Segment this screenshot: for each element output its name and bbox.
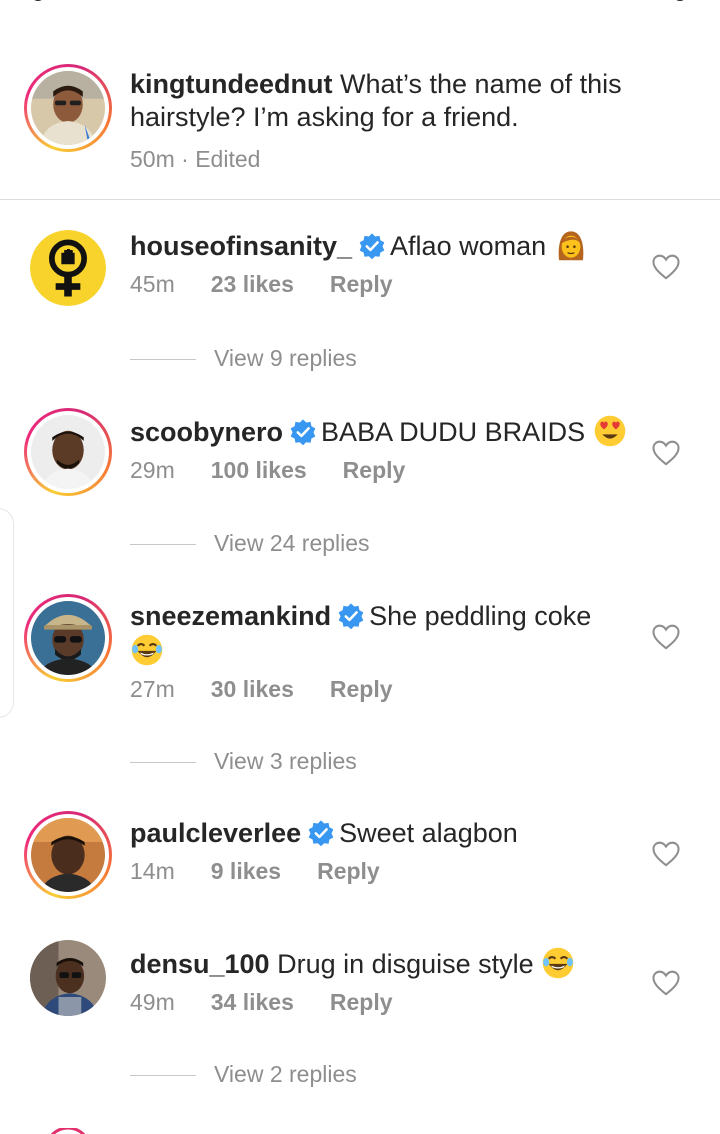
heart-icon[interactable] [652, 254, 680, 280]
avatar-kingtundeednut[interactable] [24, 64, 112, 152]
comment-text: densu_100 Drug in disguise style [130, 946, 630, 981]
comment-body: houseofinsanity_ Aflao woman 45m 23 likes R… [130, 228, 630, 298]
comment-body: scoobynero BABA DUDU BRAIDS 29m 100 likes R… [130, 414, 630, 484]
comment-body: densu_100 Drug in disguise style 49m 34 l… [130, 946, 630, 1016]
comment-time: 29m [130, 457, 175, 483]
avatar-houseofinsanity[interactable] [30, 230, 106, 306]
laughing-emoji [541, 946, 575, 980]
comment-meta: 49m 34 likes Reply [130, 989, 630, 1016]
comment-time: 49m [130, 989, 175, 1015]
comment-likes[interactable]: 9 likes [211, 858, 281, 884]
side-panel-handle[interactable] [0, 508, 14, 718]
comment-likes[interactable]: 34 likes [211, 989, 294, 1015]
reply-button[interactable]: Reply [343, 457, 406, 483]
view-replies-label: View 9 replies [214, 345, 357, 371]
caption-separator: · [174, 146, 196, 172]
post-caption: kingtundeednut What’s the name of this h… [0, 0, 720, 200]
reply-button[interactable]: Reply [317, 858, 380, 884]
view-replies-button[interactable]: View 2 replies [130, 1061, 357, 1088]
caption-meta: 50m · Edited [130, 146, 640, 173]
view-replies-button[interactable]: View 9 replies [130, 345, 357, 372]
comment-message: Aflao woman [390, 231, 547, 261]
comment-text: sneezemankind She peddling coke [130, 600, 630, 668]
comment-message: Sweet alagbon [339, 818, 518, 848]
comment-text: houseofinsanity_ Aflao woman [130, 228, 630, 263]
comment-time: 45m [130, 271, 175, 297]
avatar-image [31, 818, 105, 892]
caption-edited: Edited [195, 146, 261, 172]
reply-button[interactable]: Reply [330, 989, 393, 1015]
heart-icon[interactable] [652, 841, 680, 867]
avatar-image [30, 230, 106, 306]
view-replies-button[interactable]: View 24 replies [130, 530, 370, 557]
comment-text: scoobynero BABA DUDU BRAIDS [130, 414, 630, 449]
view-replies-label: View 2 replies [214, 1061, 357, 1087]
replies-divider [130, 544, 196, 546]
avatar-densu-100[interactable] [30, 940, 106, 1016]
heart-icon[interactable] [652, 970, 680, 996]
comment-body: sneezemankind She peddling coke 27m 30 lik… [130, 600, 630, 703]
avatar-sneezemankind[interactable] [24, 594, 112, 682]
caption-body: kingtundeednut What’s the name of this h… [130, 68, 640, 173]
next-comment-partial [24, 1126, 714, 1134]
comment-username[interactable]: houseofinsanity_ [130, 231, 352, 261]
comment-username[interactable]: densu_100 [130, 949, 270, 979]
woman-emoji [554, 228, 588, 262]
verified-badge-icon [337, 602, 365, 630]
heart-icon[interactable] [652, 440, 680, 466]
laughing-emoji [130, 633, 164, 667]
avatar-image [31, 601, 105, 675]
comment-meta: 45m 23 likes Reply [130, 271, 630, 298]
avatar-scoobynero[interactable] [24, 408, 112, 496]
caption-username[interactable]: kingtundeednut [130, 69, 332, 99]
caption-time: 50m [130, 146, 175, 172]
comment-message: BABA DUDU BRAIDS [321, 417, 586, 447]
verified-badge-icon [358, 232, 386, 260]
heart-eyes-emoji [593, 414, 627, 448]
comment-meta: 14m 9 likes Reply [130, 858, 630, 885]
replies-divider [130, 762, 196, 764]
replies-divider [130, 359, 196, 361]
comment-meta: 27m 30 likes Reply [130, 676, 630, 703]
view-replies-label: View 24 replies [214, 530, 370, 556]
comment-username[interactable]: paulcleverlee [130, 818, 301, 848]
caption-text: kingtundeednut What’s the name of this h… [130, 68, 640, 134]
comment-meta: 29m 100 likes Reply [130, 457, 630, 484]
heart-icon[interactable] [652, 624, 680, 650]
comment-likes[interactable]: 30 likes [211, 676, 294, 702]
avatar-image [30, 940, 106, 1016]
avatar-image [31, 415, 105, 489]
comment-username[interactable]: sneezemankind [130, 601, 331, 631]
replies-divider [130, 1075, 196, 1077]
comment-message: She peddling coke [369, 601, 592, 631]
verified-badge-icon [307, 819, 335, 847]
comment-time: 27m [130, 676, 175, 702]
reply-button[interactable]: Reply [330, 271, 393, 297]
comment-time: 14m [130, 858, 175, 884]
view-replies-label: View 3 replies [214, 748, 357, 774]
comment-username[interactable]: scoobynero [130, 417, 283, 447]
comment-likes[interactable]: 100 likes [211, 457, 307, 483]
avatar-paulcleverlee[interactable] [24, 811, 112, 899]
comment-text: paulcleverlee Sweet alagbon [130, 817, 630, 850]
comment-body: paulcleverlee Sweet alagbon 14m 9 likes Rep… [130, 817, 630, 885]
reply-button[interactable]: Reply [330, 676, 393, 702]
avatar-image [31, 71, 105, 145]
comment-likes[interactable]: 23 likes [211, 271, 294, 297]
verified-badge-icon [289, 418, 317, 446]
comment-message: Drug in disguise style [269, 949, 534, 979]
view-replies-button[interactable]: View 3 replies [130, 748, 357, 775]
